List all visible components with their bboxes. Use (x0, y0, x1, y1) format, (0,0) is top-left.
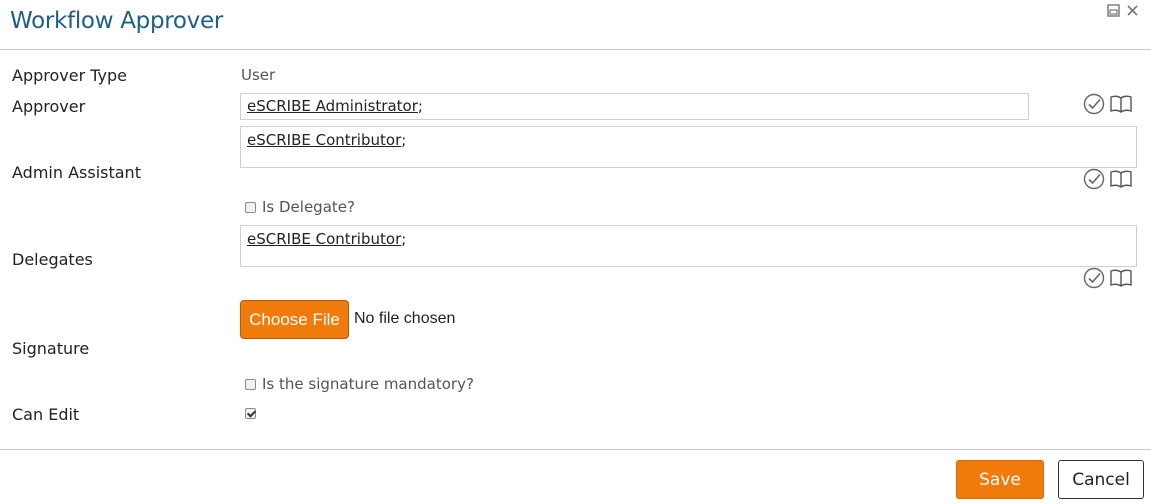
approver-field[interactable]: eSCRIBE Administrator; (240, 93, 1029, 120)
approver-actions (1083, 93, 1133, 115)
admin-assistant-separator: ; (401, 131, 407, 149)
delegates-link[interactable]: eSCRIBE Contributor (247, 230, 401, 248)
approver-label: Approver (12, 97, 86, 116)
can-edit-label: Can Edit (12, 405, 80, 424)
approver-separator: ; (417, 97, 423, 115)
delegates-separator: ; (401, 230, 407, 248)
file-status-text: No file chosen (354, 310, 456, 327)
header-divider (0, 49, 1151, 50)
admin-assistant-label: Admin Assistant (12, 163, 141, 182)
address-book-icon[interactable] (1109, 94, 1133, 114)
delegates-label: Delegates (12, 250, 93, 269)
check-names-icon[interactable] (1083, 93, 1105, 115)
signature-mandatory-checkbox[interactable] (245, 378, 256, 390)
can-edit-checkbox[interactable] (245, 408, 256, 419)
signature-mandatory-label: Is the signature mandatory? (262, 375, 474, 393)
admin-assistant-actions (1083, 168, 1133, 190)
is-delegate-checkbox[interactable] (245, 201, 256, 213)
delegates-actions (1083, 267, 1133, 289)
approver-type-value: User (241, 66, 276, 84)
save-button[interactable]: Save (956, 460, 1044, 499)
approver-link[interactable]: eSCRIBE Administrator (247, 97, 418, 115)
approver-type-label: Approver Type (12, 66, 127, 85)
signature-mandatory-option[interactable]: Is the signature mandatory? (245, 375, 474, 393)
is-delegate-option[interactable]: Is Delegate? (245, 198, 355, 216)
delegates-field[interactable]: eSCRIBE Contributor; (240, 225, 1137, 267)
restore-icon[interactable] (1107, 4, 1120, 17)
check-names-icon[interactable] (1083, 168, 1105, 190)
footer-divider (0, 449, 1151, 450)
cancel-button[interactable]: Cancel (1058, 460, 1144, 499)
admin-assistant-field[interactable]: eSCRIBE Contributor; (240, 126, 1137, 168)
address-book-icon[interactable] (1109, 169, 1133, 189)
admin-assistant-link[interactable]: eSCRIBE Contributor (247, 131, 401, 149)
is-delegate-label: Is Delegate? (262, 198, 355, 216)
check-names-icon[interactable] (1083, 267, 1105, 289)
dialog-title: Workflow Approver (10, 8, 223, 34)
window-controls (1107, 4, 1139, 17)
close-icon[interactable] (1126, 4, 1139, 17)
signature-label: Signature (12, 339, 90, 358)
address-book-icon[interactable] (1109, 268, 1133, 288)
choose-file-button[interactable]: Choose File (240, 300, 349, 339)
can-edit-option (245, 408, 256, 419)
